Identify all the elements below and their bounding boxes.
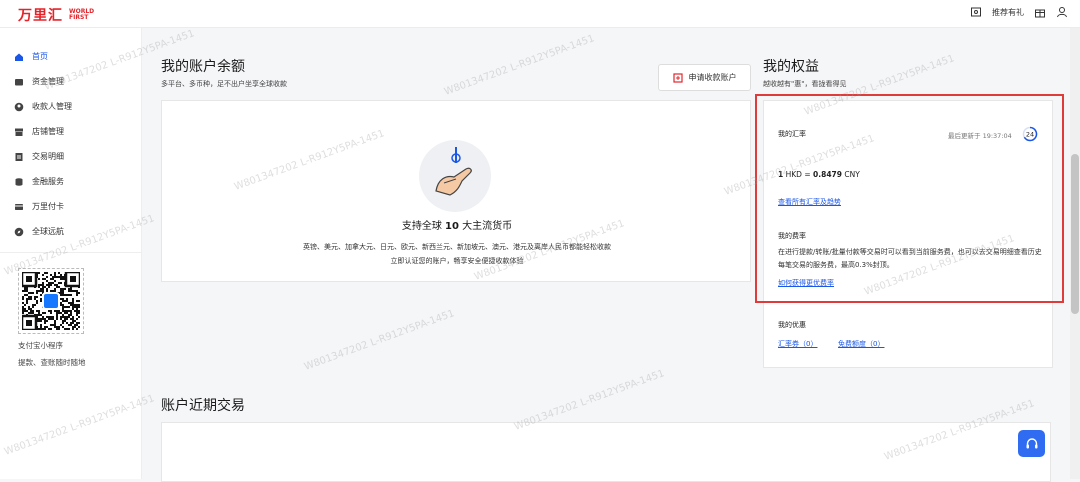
balance-card: 支持全球 10 大主流货币 英镑、美元、加拿大元、日元、欧元、新西兰元、新加坡元… (161, 100, 751, 282)
sidebar-item-label: 店铺管理 (32, 127, 64, 136)
wallet-icon (15, 78, 23, 85)
logo-en: WORLD FIRST (69, 8, 95, 21)
alipay-qr-code (18, 268, 84, 334)
coins-icon (15, 177, 23, 186)
sidebar-divider (0, 252, 142, 253)
apply-account-label: 申请收款账户 (688, 73, 737, 82)
compass-icon (14, 227, 24, 236)
sidebar-item-label: 金融服务 (32, 177, 64, 186)
page-scrollbar[interactable] (1070, 28, 1080, 479)
store-icon (15, 128, 23, 136)
currency-title-suffix: 大主流货币 (462, 221, 513, 232)
rate-coupon-link[interactable]: 汇率券（0） (778, 339, 817, 349)
sidebar-item-label: 首页 (32, 52, 48, 61)
apply-account-button[interactable]: 申请收款账户 (658, 64, 751, 91)
alipay-logo-icon (42, 292, 60, 310)
logo[interactable]: 万里汇 WORLD FIRST (18, 5, 99, 25)
offers-label: 我的优惠 (778, 321, 806, 329)
highlight-box (755, 94, 1064, 303)
sidebar: 首页 资金管理 收款人管理 店铺管理 交易明细 金融服务 万里付卡 全球远航 支… (0, 28, 142, 479)
scrollbar-thumb[interactable] (1071, 154, 1079, 314)
currency-support-title: 支持全球 10 大主流货币 (162, 217, 752, 232)
qr-title: 支付宝小程序 (18, 341, 63, 350)
main-content: 我的账户余额 多平台、多币种，足不出户坐享全球收款 申请收款账户 支持全球 10… (142, 28, 1070, 482)
sidebar-item-payees[interactable]: 收款人管理 (0, 94, 141, 119)
sidebar-item-label: 全球远航 (32, 227, 64, 236)
currency-count: 10 (445, 221, 459, 232)
customer-service-button[interactable] (1018, 430, 1045, 457)
home-icon (15, 53, 23, 61)
headset-icon (1026, 437, 1037, 448)
free-quota-link[interactable]: 免费额度（0） (838, 339, 884, 349)
currency-title-prefix: 支持全球 (401, 221, 442, 232)
balance-title: 我的账户余额 (161, 59, 245, 75)
sidebar-item-label: 收款人管理 (32, 102, 72, 111)
gift-box-icon[interactable] (970, 6, 982, 18)
qr-description: 提款、查账随时随地 (18, 358, 86, 367)
balance-subtitle: 多平台、多币种，足不出户坐享全球收款 (161, 80, 287, 88)
apply-icon (672, 72, 683, 83)
benefits-subtitle: 越收越有"惠"，看拢看得见 (763, 80, 847, 88)
currency-support-desc: 英镑、美元、加拿大元、日元、欧元、新西兰元、新加坡元、澳元、港元及离岸人民币都能… (303, 243, 611, 265)
sidebar-item-finance[interactable]: 金融服务 (0, 169, 141, 194)
referral-link[interactable]: 推荐有礼 (992, 7, 1024, 18)
benefits-title: 我的权益 (763, 59, 819, 75)
sidebar-item-home[interactable]: 首页 (0, 44, 141, 69)
gift-icon[interactable] (1034, 6, 1046, 18)
sidebar-item-label: 资金管理 (32, 77, 64, 86)
user-icon[interactable] (1056, 6, 1068, 18)
logo-cn: 万里汇 (18, 8, 63, 24)
card-icon (15, 203, 23, 210)
hand-receive-illustration (419, 140, 491, 212)
sidebar-item-stores[interactable]: 店铺管理 (0, 119, 141, 144)
sidebar-item-transactions[interactable]: 交易明细 (0, 144, 141, 169)
sidebar-item-funds[interactable]: 资金管理 (0, 69, 141, 94)
top-bar: 万里汇 WORLD FIRST 推荐有礼 (0, 0, 1080, 28)
sidebar-item-label: 交易明细 (32, 152, 64, 161)
sidebar-item-label: 万里付卡 (32, 202, 64, 211)
sidebar-item-card[interactable]: 万里付卡 (0, 194, 141, 219)
transactions-title: 账户近期交易 (161, 398, 245, 414)
sidebar-item-global[interactable]: 全球远航 (0, 219, 141, 244)
top-actions: 推荐有礼 (970, 6, 1068, 18)
transactions-card (161, 422, 1051, 482)
document-icon (15, 152, 23, 161)
user-icon (14, 102, 24, 111)
